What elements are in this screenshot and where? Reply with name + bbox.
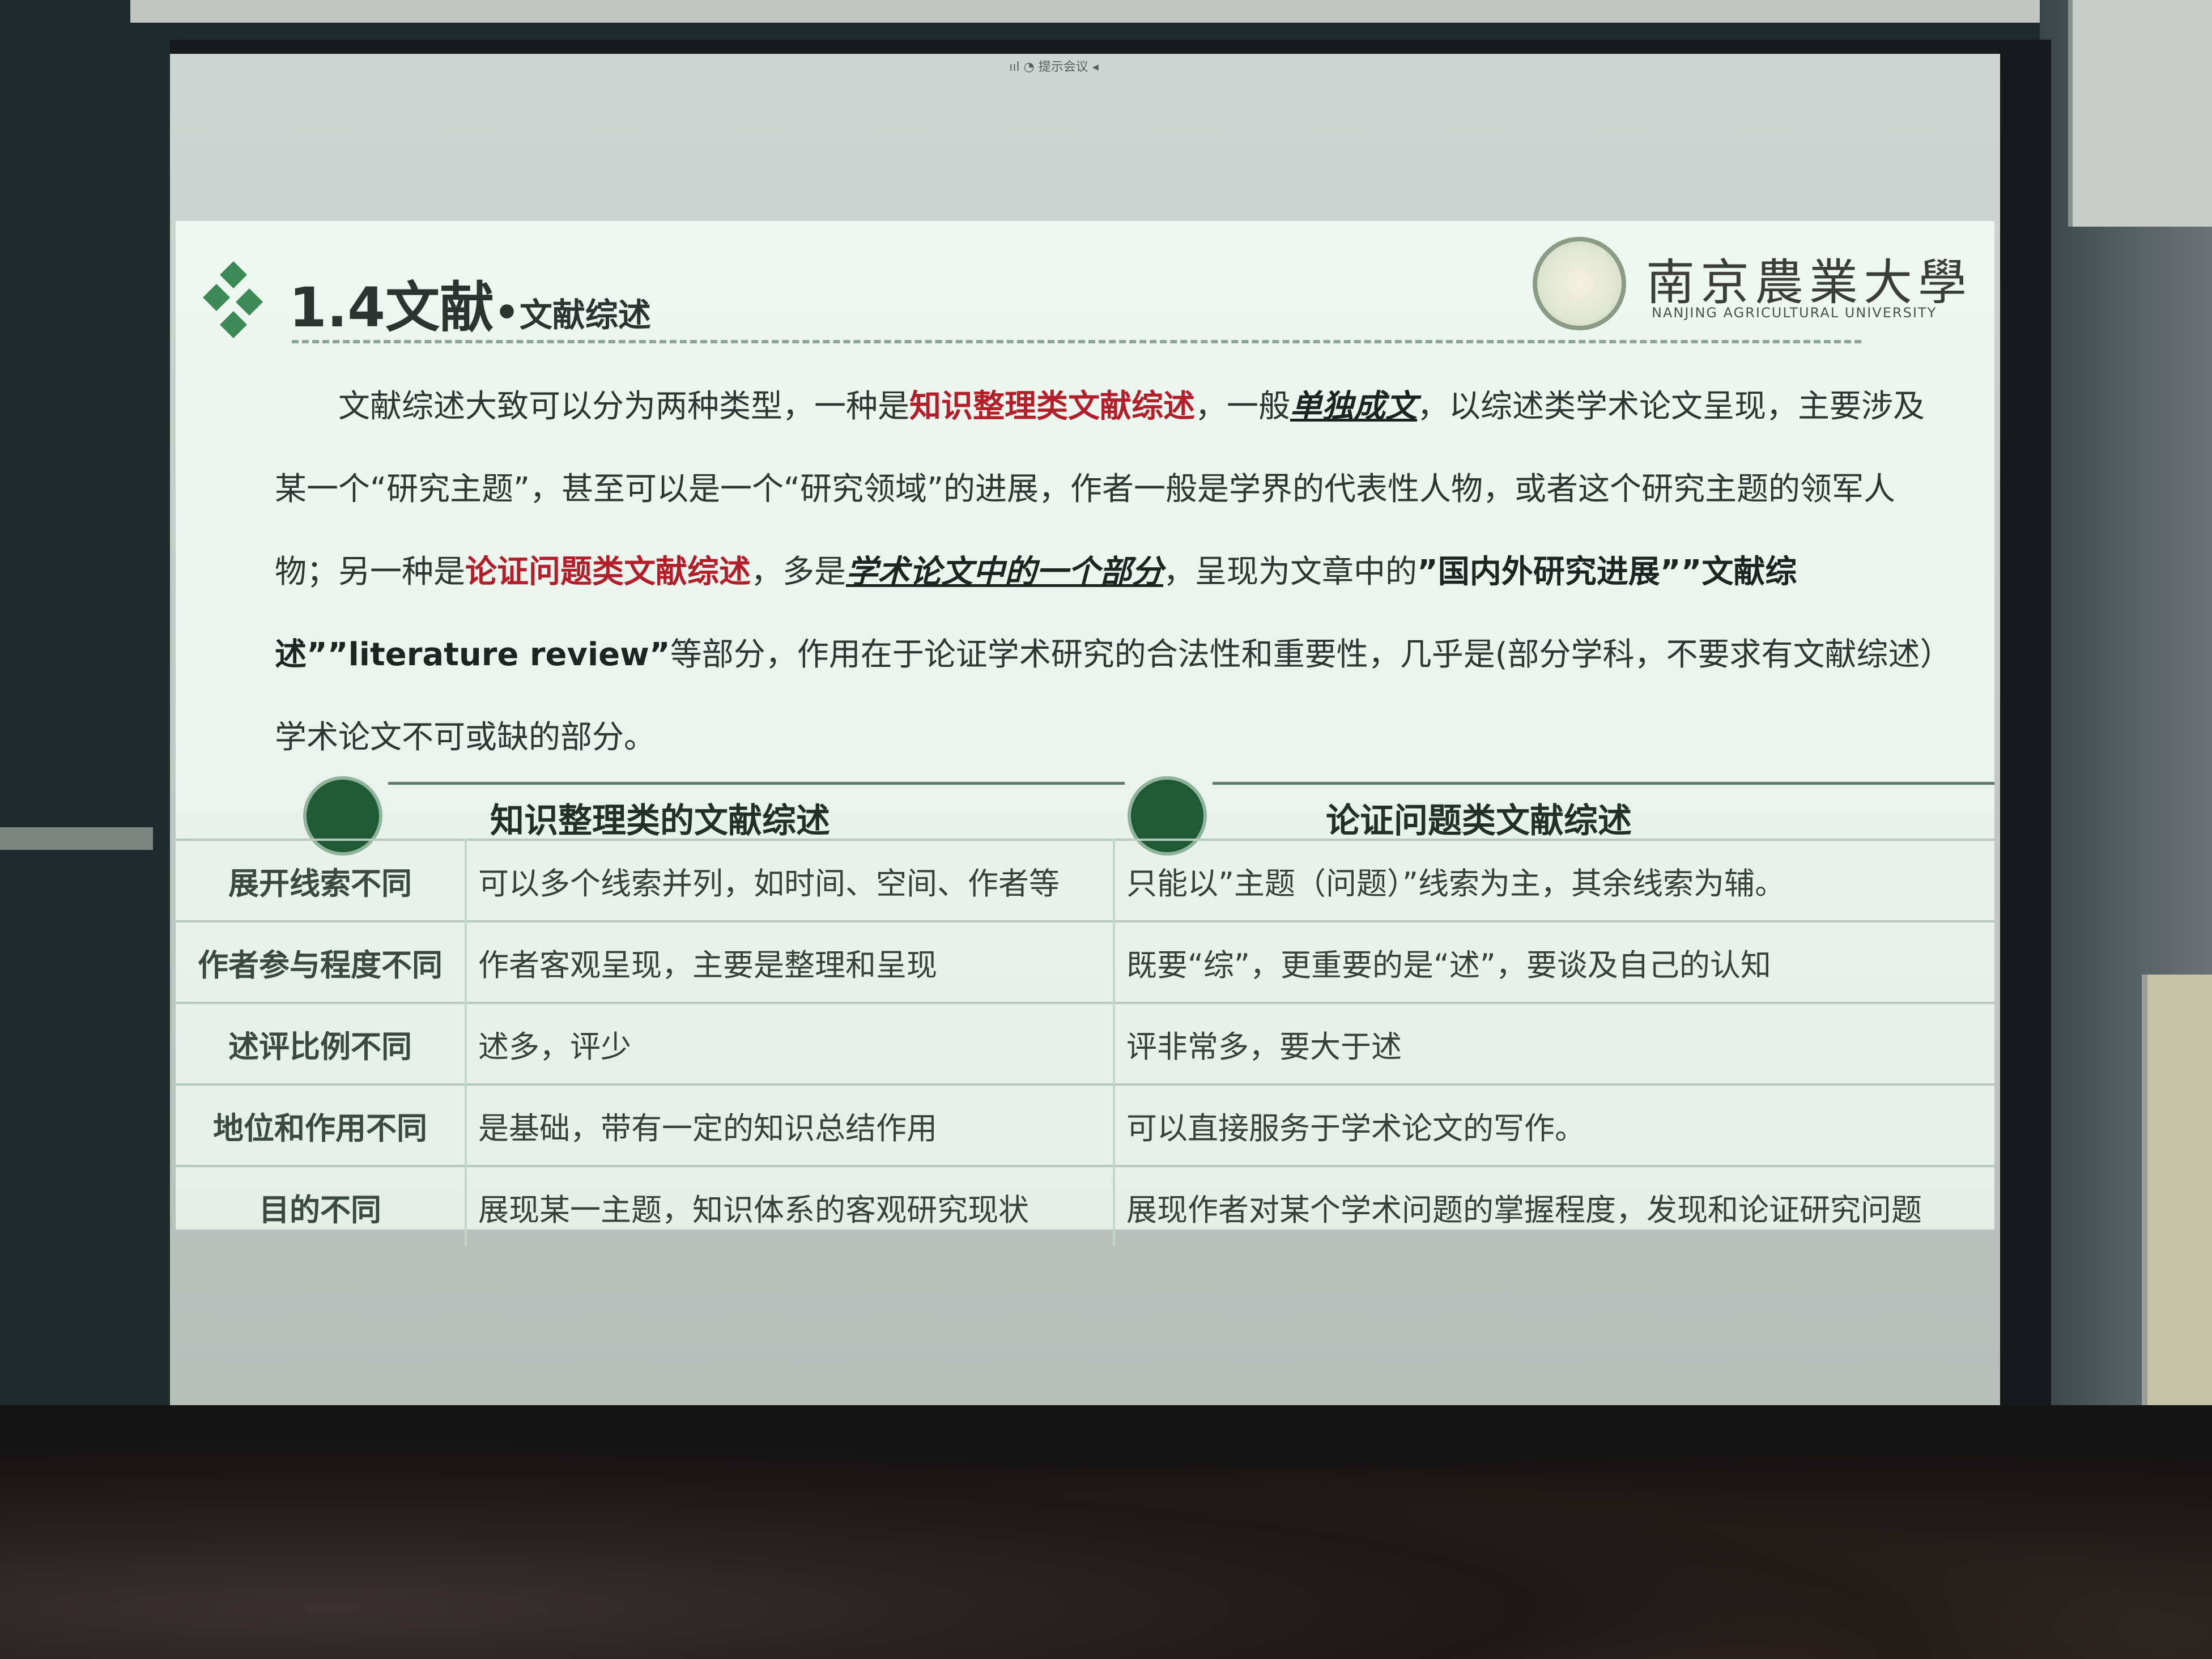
university-emblem-icon bbox=[1533, 237, 1626, 330]
university-logo: 南京農業大學 NANJING AGRICULTURAL UNIVERSITY bbox=[1533, 237, 1986, 333]
left-cell: 作者客观呈现，主要是整理和呈现 bbox=[466, 920, 1115, 1003]
audience-heads bbox=[0, 1405, 2212, 1659]
table-row: 展开线索不同 可以多个线索并列，如时间、空间、作者等 只能以”主题（问题）”线索… bbox=[176, 839, 1994, 921]
title-divider bbox=[292, 340, 1861, 343]
left-cell: 展现某一主题，知识体系的客观研究现状 bbox=[466, 1165, 1115, 1247]
screen-status-text: ııl ◔ 提示会议 ◂ bbox=[1009, 60, 1099, 74]
room-ceiling bbox=[130, 0, 2057, 23]
para-text: ，呈现为文章中的 bbox=[1163, 554, 1417, 590]
title-diamond-icon bbox=[202, 261, 263, 339]
right-header-label: 论证问题类文献综述 bbox=[1326, 801, 1632, 841]
slide-title-main: 1.4文献 bbox=[289, 276, 495, 339]
comparison-table: 展开线索不同 可以多个线索并列，如时间、空间、作者等 只能以”主题（问题）”线索… bbox=[176, 839, 1994, 1247]
row-aspect: 地位和作用不同 bbox=[176, 1083, 467, 1166]
left-cell: 可以多个线索并列，如时间、空间、作者等 bbox=[466, 839, 1115, 921]
row-aspect: 述评比例不同 bbox=[176, 1002, 467, 1084]
table-row: 地位和作用不同 是基础，带有一定的知识总结作用 可以直接服务于学术论文的写作。 bbox=[176, 1083, 1994, 1166]
slide-title-dot: • bbox=[494, 290, 520, 336]
presentation-slide: 1.4文献•文献综述 南京農業大學 NANJING AGRICULTURAL U… bbox=[176, 221, 1994, 1247]
chalkboard-ledge bbox=[0, 827, 153, 850]
right-cell: 只能以”主题（问题）”线索为主，其余线索为辅。 bbox=[1114, 839, 1994, 921]
para-highlight: 知识整理类文献综述 bbox=[909, 388, 1195, 425]
slide-title: 1.4文献•文献综述 bbox=[289, 263, 651, 339]
para-text: ，多是 bbox=[751, 554, 846, 590]
left-cell: 述多，评少 bbox=[466, 1002, 1115, 1084]
table-row: 述评比例不同 述多，评少 评非常多，要大于述 bbox=[176, 1002, 1994, 1084]
whiteboard bbox=[2068, 0, 2212, 227]
table-row: 目的不同 展现某一主题，知识体系的客观研究现状 展现作者对某个学术问题的掌握程度… bbox=[176, 1165, 1994, 1247]
left-header-label: 知识整理类的文献综述 bbox=[490, 801, 830, 841]
para-text: ，一般 bbox=[1195, 388, 1290, 425]
para-highlight: 论证问题类文献综述 bbox=[465, 554, 751, 590]
row-aspect: 作者参与程度不同 bbox=[176, 920, 467, 1003]
university-english-name: NANJING AGRICULTURAL UNIVERSITY bbox=[1652, 305, 1937, 321]
right-cell: 评非常多，要大于述 bbox=[1114, 1002, 1994, 1084]
para-emphasis: 学术论文中的一个部分 bbox=[846, 554, 1163, 590]
para-text: 文献综述大致可以分为两种类型，一种是 bbox=[338, 388, 909, 425]
left-header-line bbox=[388, 782, 1125, 785]
left-column-header: 知识整理类的文献综述 bbox=[303, 776, 1153, 856]
para-emphasis: 单独成文 bbox=[1290, 388, 1417, 425]
table-row: 作者参与程度不同 作者客观呈现，主要是整理和呈现 既要“综”，更重要的是“述”，… bbox=[176, 920, 1994, 1003]
row-aspect: 展开线索不同 bbox=[176, 839, 467, 921]
left-cell: 是基础，带有一定的知识总结作用 bbox=[466, 1083, 1115, 1166]
intro-paragraph: 文献综述大致可以分为两种类型，一种是知识整理类文献综述，一般单独成文，以综述类学… bbox=[275, 365, 1941, 779]
right-cell: 既要“综”，更重要的是“述”，要谈及自己的认知 bbox=[1114, 920, 1994, 1003]
slide-title-sub: 文献综述 bbox=[519, 296, 651, 334]
right-cell: 展现作者对某个学术问题的掌握程度，发现和论证研究问题 bbox=[1114, 1165, 1994, 1247]
university-name: 南京農業大學 bbox=[1646, 254, 1972, 311]
row-aspect: 目的不同 bbox=[176, 1165, 467, 1247]
right-cell: 可以直接服务于学术论文的写作。 bbox=[1114, 1083, 1994, 1166]
right-header-line bbox=[1213, 782, 1994, 785]
right-column-header: 论证问题类文献综述 bbox=[1128, 776, 1994, 856]
